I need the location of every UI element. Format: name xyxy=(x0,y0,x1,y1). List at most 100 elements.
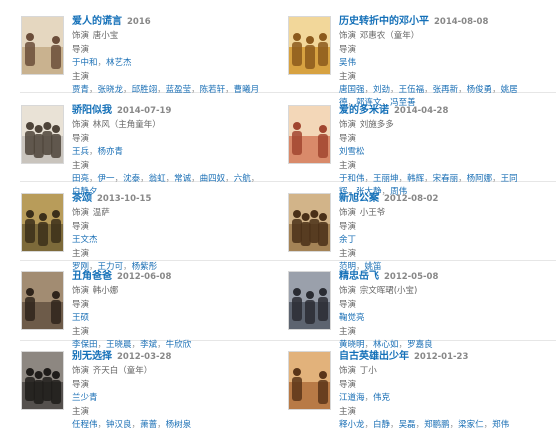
cast-link[interactable]: 牛欣欣 xyxy=(166,340,192,350)
cast-link[interactable]: 林心如 xyxy=(373,340,399,350)
cast-link[interactable]: 萧蔷 xyxy=(140,420,157,430)
cast-link[interactable]: 杨阿娜 xyxy=(467,174,493,184)
director-row-names: 余丁 xyxy=(339,234,531,247)
cast-link[interactable]: 黄晓明 xyxy=(339,340,365,350)
cast-link[interactable]: 王伍福 xyxy=(399,85,425,95)
cast-row: 主演 任程伟，钟汉良，萧蔷，杨树泉 xyxy=(72,406,284,432)
cast-link[interactable]: 翁虹 xyxy=(149,174,166,184)
movie-title-link[interactable]: 骄阳似我 xyxy=(72,105,112,116)
cast-link[interactable]: 唐国强 xyxy=(339,85,365,95)
poster-image[interactable] xyxy=(288,16,331,75)
cast-link[interactable]: 伊一 xyxy=(98,174,115,184)
movie-title-link[interactable]: 新旭公案 xyxy=(339,193,379,204)
release-date: 2012-06-08 xyxy=(117,272,172,282)
director-row: 导演 鞠觉亮 xyxy=(339,299,551,325)
poster-image[interactable] xyxy=(21,271,64,330)
poster-image[interactable] xyxy=(21,351,64,410)
cast-link[interactable]: 任程伟 xyxy=(72,420,98,430)
release-date: 2014-08-08 xyxy=(434,17,489,27)
director-link[interactable]: 林艺杰 xyxy=(106,58,132,68)
cast-link[interactable]: 常诚 xyxy=(174,174,191,184)
movie-title-link[interactable]: 丑角爸爸 xyxy=(72,271,112,282)
director-row: 导演 王硕 xyxy=(72,299,284,325)
cast-link[interactable]: 罗嘉良 xyxy=(407,340,433,350)
cast-link[interactable]: 钟汉良 xyxy=(106,420,132,430)
movie-title-link[interactable]: 精忠岳飞 xyxy=(339,271,379,282)
director-row-names: 王硕 xyxy=(72,312,264,325)
poster-image[interactable] xyxy=(21,16,64,75)
role-value: 韩小娜 xyxy=(92,286,119,296)
director-link[interactable]: 江道海 xyxy=(339,393,365,403)
cast-link[interactable]: 六航 xyxy=(234,174,251,184)
director-link[interactable]: 吴伟 xyxy=(339,58,356,68)
movie-title-link[interactable]: 历史转折中的邓小平 xyxy=(339,16,429,27)
cast-link[interactable]: 田亮 xyxy=(72,174,89,184)
name-separator: ， xyxy=(225,85,234,95)
director-link[interactable]: 王硕 xyxy=(72,313,89,323)
cast-link[interactable]: 吴磊 xyxy=(399,420,416,430)
cast-row-label: 主演 xyxy=(72,161,90,171)
role-row: 饰演 韩小娜 xyxy=(72,285,284,298)
cast-link[interactable]: 梁家仁 xyxy=(458,420,484,430)
movie-title-link[interactable]: 茶颂 xyxy=(72,193,92,204)
movie-title-link[interactable]: 爱人的谎言 xyxy=(72,16,122,27)
movie-title-link[interactable]: 自古英雄出少年 xyxy=(339,351,409,362)
director-link[interactable]: 余丁 xyxy=(339,235,356,245)
cast-row-label: 主演 xyxy=(72,407,90,417)
director-link[interactable]: 于中和 xyxy=(72,58,98,68)
director-link[interactable]: 伟克 xyxy=(373,393,390,403)
poster-image[interactable] xyxy=(21,105,64,164)
cast-link[interactable]: 贾青 xyxy=(72,85,89,95)
role-label: 饰演 xyxy=(72,31,90,41)
cast-link[interactable]: 郑伟 xyxy=(492,420,509,430)
role-label: 饰演 xyxy=(72,120,90,130)
release-date: 2014-04-28 xyxy=(394,106,449,116)
cast-link[interactable]: 李保田 xyxy=(72,340,98,350)
cast-link[interactable]: 曹曦月 xyxy=(234,85,260,95)
title-line: 丑角爸爸 2012-06-08 xyxy=(72,270,284,284)
cast-link[interactable]: 曲四奴 xyxy=(200,174,226,184)
title-line: 自古英雄出少年 2012-01-23 xyxy=(339,350,551,364)
cast-link[interactable]: 王晓晨 xyxy=(106,340,132,350)
director-row-label: 导演 xyxy=(339,134,357,144)
director-link[interactable]: 鞠觉亮 xyxy=(339,313,365,323)
cast-link[interactable]: 宋春丽 xyxy=(433,174,459,184)
cast-link[interactable]: 李斌 xyxy=(140,340,157,350)
cast-link[interactable]: 张晓龙 xyxy=(98,85,124,95)
director-row: 导演 王文杰 xyxy=(72,221,284,247)
cast-link[interactable]: 王丽坤 xyxy=(373,174,399,184)
director-link[interactable]: 刘雪松 xyxy=(339,147,365,157)
cast-link[interactable]: 沈泰 xyxy=(123,174,140,184)
director-link[interactable]: 王文杰 xyxy=(72,235,98,245)
cast-link[interactable]: 释小龙 xyxy=(339,420,365,430)
cast-link[interactable]: 陈若轩 xyxy=(200,85,226,95)
poster-image[interactable] xyxy=(288,351,331,410)
poster-image[interactable] xyxy=(21,193,64,252)
cast-link[interactable]: 张再新 xyxy=(433,85,459,95)
cast-link[interactable]: 邱胜翊 xyxy=(132,85,158,95)
cast-link[interactable]: 韩辉 xyxy=(407,174,424,184)
title-line: 骄阳似我 2014-07-19 xyxy=(72,104,284,118)
director-link[interactable]: 兰少青 xyxy=(72,393,98,403)
poster-image[interactable] xyxy=(288,193,331,252)
movie-title-link[interactable]: 爱的多米诺 xyxy=(339,105,389,116)
movie-info: 爱人的谎言 2016 饰演 唐小宝 导演 于中和，林艺杰 主演 贾青，张晓龙，邱胜翊，蓝… xyxy=(72,15,284,97)
director-link[interactable]: 王兵 xyxy=(72,147,89,157)
poster-image[interactable] xyxy=(288,271,331,330)
cast-row-label: 主演 xyxy=(72,72,90,82)
cast-link[interactable]: 杨树泉 xyxy=(166,420,192,430)
poster-art xyxy=(22,352,63,409)
role-value: 齐天白（童年） xyxy=(92,366,153,376)
name-separator: ， xyxy=(364,85,374,95)
cast-link[interactable]: 刘劲 xyxy=(373,85,390,95)
cast-row-label: 主演 xyxy=(72,327,90,337)
poster-image[interactable] xyxy=(288,105,331,164)
cast-link[interactable]: 白静 xyxy=(373,420,390,430)
cast-link[interactable]: 杨俊勇 xyxy=(467,85,493,95)
cast-link[interactable]: 于和伟 xyxy=(339,174,365,184)
cast-link[interactable]: 郑鹏鹏 xyxy=(424,420,450,430)
director-row-names: 王兵，杨亦青 xyxy=(72,146,264,159)
movie-title-link[interactable]: 别无选择 xyxy=(72,351,112,362)
cast-link[interactable]: 蓝盈莹 xyxy=(166,85,192,95)
director-link[interactable]: 杨亦青 xyxy=(98,147,124,157)
